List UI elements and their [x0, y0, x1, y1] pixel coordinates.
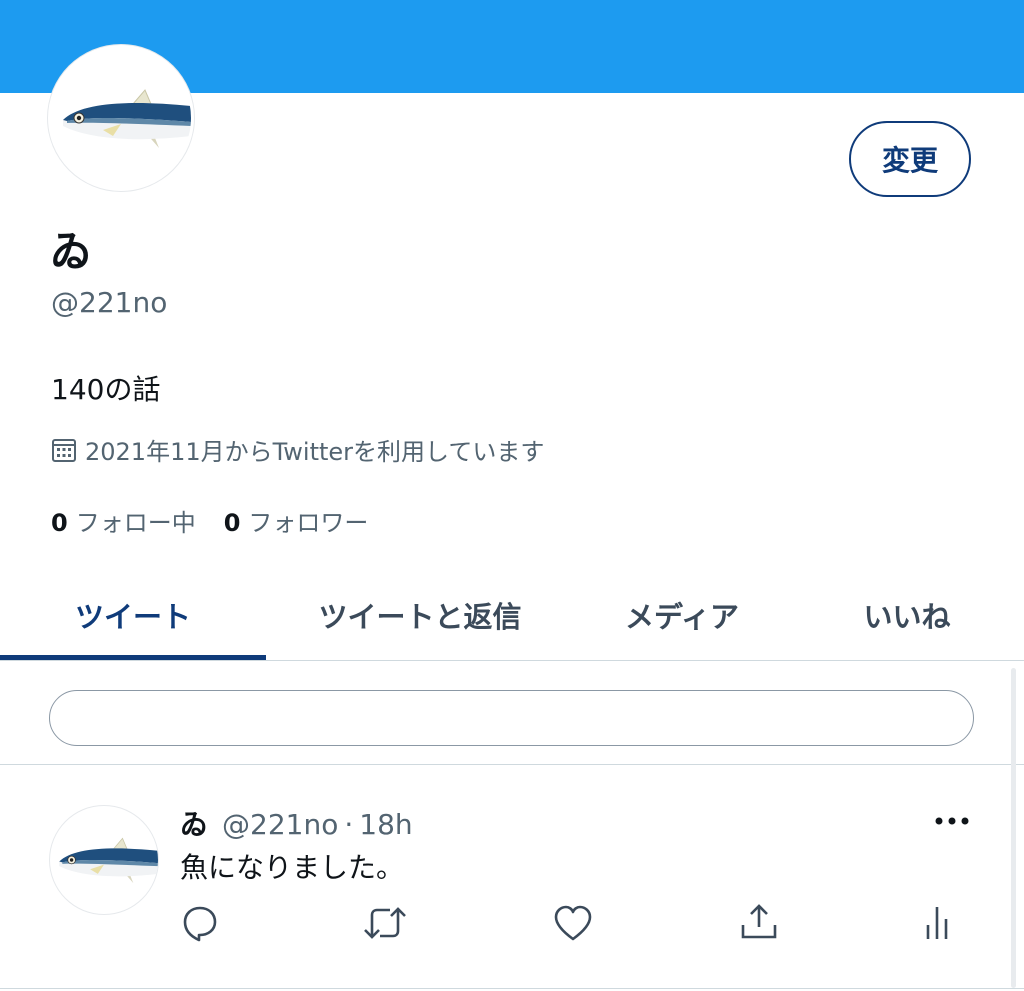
retweet-icon[interactable] — [362, 903, 408, 943]
fish-avatar-image — [59, 837, 158, 884]
tweet-avatar[interactable] — [50, 806, 158, 914]
tab-tweets-and-replies[interactable]: ツイートと返信 — [266, 570, 574, 660]
following-label: フォロー中 — [75, 509, 196, 537]
profile-display-name: ゐ — [50, 227, 93, 276]
like-icon[interactable] — [552, 903, 594, 943]
followers-count: 0 — [223, 509, 241, 537]
active-tab-indicator — [0, 655, 266, 660]
tweet-author-name[interactable]: ゐ — [180, 803, 208, 843]
tab-media[interactable]: メディア — [574, 570, 790, 660]
following-link[interactable]: 0 フォロー中 — [51, 503, 196, 538]
reply-icon[interactable] — [180, 903, 220, 943]
divider — [0, 988, 1024, 989]
tweet-header: ゐ @221no · 18h — [180, 803, 413, 843]
more-icon[interactable] — [932, 806, 972, 836]
share-icon[interactable] — [738, 901, 780, 943]
tweet-time[interactable]: 18h — [359, 808, 412, 841]
tab-likes[interactable]: いいね — [790, 570, 1024, 660]
tab-tweets[interactable]: ツイート — [0, 570, 266, 660]
profile-bio: 140の話 — [51, 373, 161, 406]
calendar-icon — [52, 438, 76, 462]
followers-link[interactable]: 0 フォロワー — [224, 503, 369, 538]
edit-profile-button[interactable]: 変更 — [849, 121, 971, 197]
joined-date-text: 2021年11月からTwitterを利用しています — [85, 438, 545, 466]
tweet-separator: · — [344, 808, 354, 841]
followers-label: フォロワー — [248, 509, 369, 537]
compose-input[interactable] — [49, 690, 974, 746]
profile-handle: @221no — [51, 286, 168, 319]
joined-date: 2021年11月からTwitterを利用しています — [51, 432, 544, 467]
fish-avatar-image — [63, 89, 191, 148]
profile-avatar[interactable] — [48, 45, 194, 191]
following-count: 0 — [51, 509, 68, 537]
tweet-text: 魚になりました。 — [180, 851, 405, 884]
scrollbar[interactable] — [1011, 668, 1016, 988]
follow-stats: 0 フォロー中 0 フォロワー — [51, 503, 396, 538]
profile-tabs: ツイート ツイートと返信 メディア いいね — [0, 570, 1024, 661]
tweet-author-handle[interactable]: @221no — [222, 808, 338, 841]
divider — [0, 764, 1024, 765]
analytics-icon[interactable] — [920, 903, 954, 943]
